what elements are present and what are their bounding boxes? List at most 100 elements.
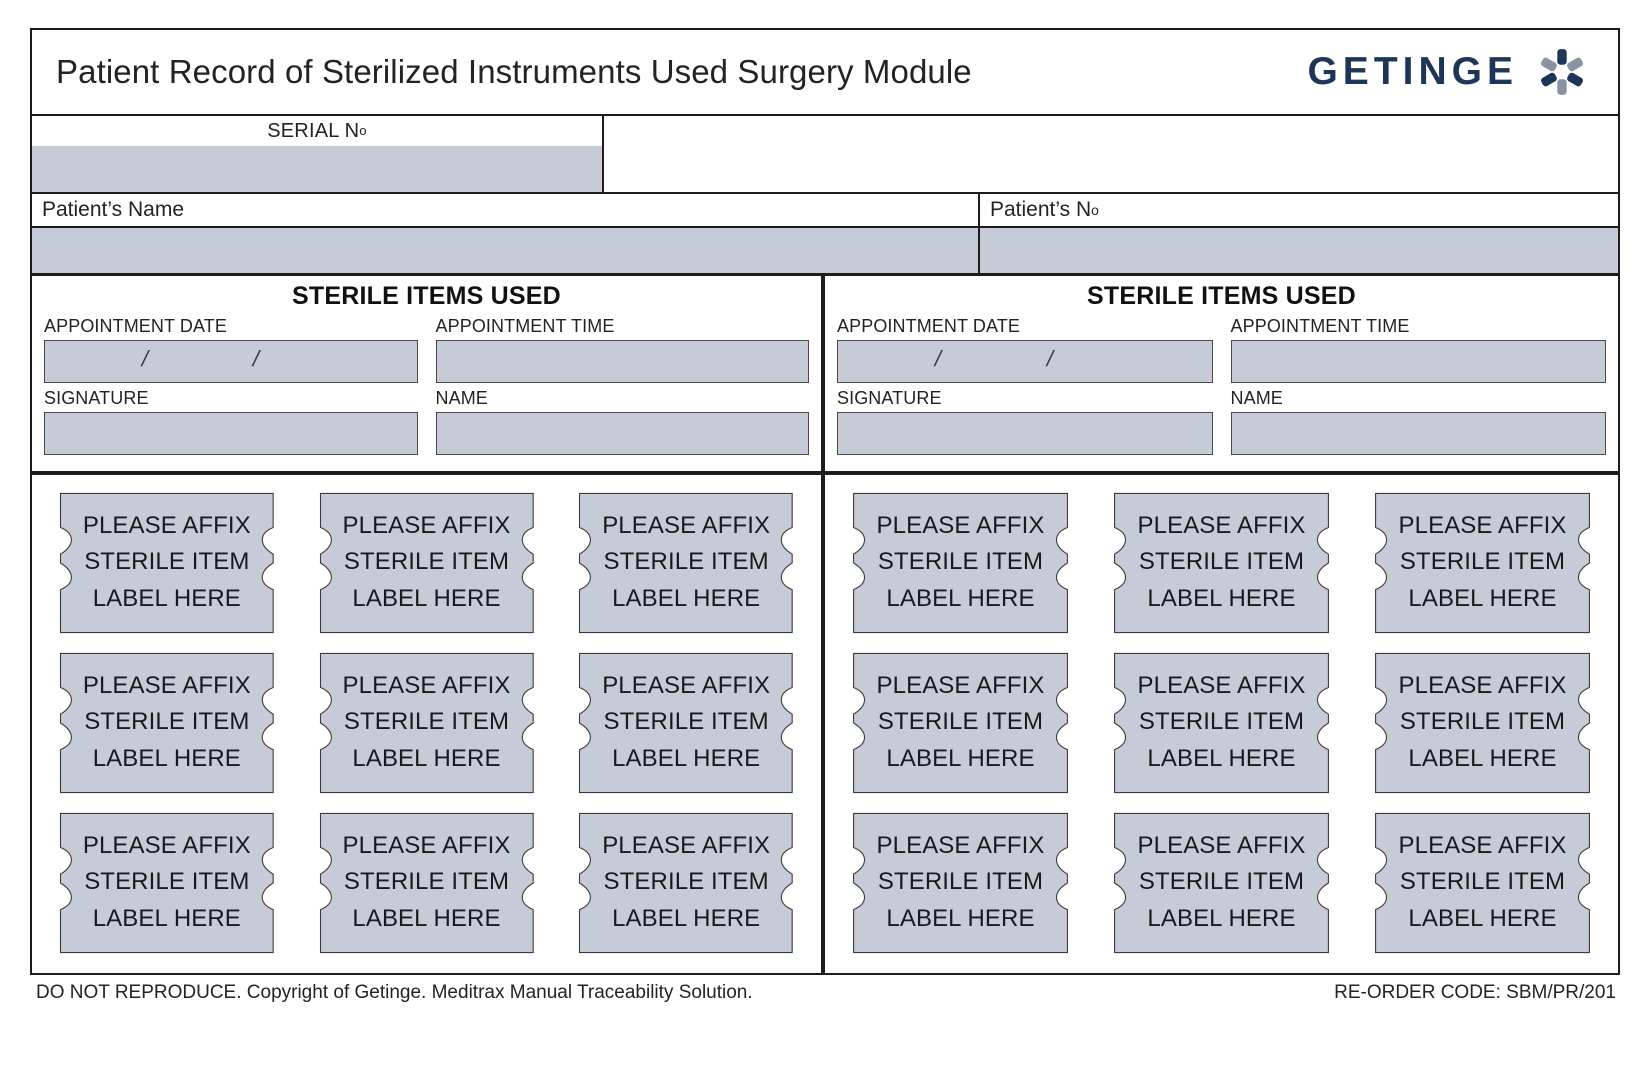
serial-number-input[interactable] — [32, 146, 602, 192]
signature-label-left: SIGNATURE — [44, 387, 149, 408]
sticker-text: PLEASE AFFIX STERILE ITEM LABEL HERE — [1399, 508, 1567, 617]
appointment-date-label-right: APPOINTMENT DATE — [837, 316, 1020, 336]
sticker-line-2: STERILE ITEM — [1399, 868, 1566, 896]
sticker-placeholder[interactable]: PLEASE AFFIX STERILE ITEM LABEL HERE — [1361, 649, 1604, 797]
sticker-text: PLEASE AFFIX STERILE ITEM LABEL HERE — [1399, 668, 1567, 777]
sticker-placeholder[interactable]: PLEASE AFFIX STERILE ITEM LABEL HERE — [306, 489, 548, 637]
name-label-left: NAME — [435, 387, 488, 408]
sticker-placeholder[interactable]: PLEASE AFFIX STERILE ITEM LABEL HERE — [565, 809, 807, 957]
appointment-date-label-left: APPOINTMENT DATE — [44, 316, 227, 336]
sticker-text: PLEASE AFFIX STERILE ITEM LABEL HERE — [1138, 668, 1306, 777]
reorder-code: RE-ORDER CODE: SBM/PR/201 — [1334, 981, 1616, 1003]
sticker-line-1: PLEASE AFFIX — [876, 671, 1045, 699]
page-title: Patient Record of Sterilized Instruments… — [56, 53, 972, 90]
sticker-line-3: LABEL HERE — [1408, 744, 1557, 772]
sticker-line-3: LABEL HERE — [612, 744, 761, 772]
getinge-asterisk-icon — [1540, 49, 1584, 95]
sterile-items-panel-right: STERILE ITEMS USED APPOINTMENT DATE / / … — [825, 276, 1618, 973]
appointment-date-input-right[interactable]: / / — [837, 339, 1213, 383]
signature-input-right[interactable] — [837, 411, 1213, 455]
patient-number-input[interactable] — [980, 228, 1618, 273]
sticker-text: PLEASE AFFIX STERILE ITEM LABEL HERE — [83, 668, 251, 777]
serial-number-label-text: SERIAL N — [267, 119, 360, 142]
sticker-line-2: STERILE ITEM — [84, 708, 250, 736]
sticker-placeholder[interactable]: PLEASE AFFIX STERILE ITEM LABEL HERE — [839, 809, 1082, 957]
copyright-notice: DO NOT REPRODUCE. Copyright of Getinge. … — [36, 981, 753, 1003]
sticker-placeholder[interactable]: PLEASE AFFIX STERILE ITEM LABEL HERE — [46, 489, 288, 637]
sticker-text: PLEASE AFFIX STERILE ITEM LABEL HERE — [1138, 508, 1306, 617]
sticker-line-3: LABEL HERE — [92, 904, 241, 932]
name-input-left[interactable] — [435, 411, 809, 455]
sticker-text: PLEASE AFFIX STERILE ITEM LABEL HERE — [83, 828, 251, 937]
patient-name-input[interactable] — [32, 228, 978, 273]
sticker-line-3: LABEL HERE — [886, 584, 1035, 612]
sticker-line-3: LABEL HERE — [886, 904, 1035, 932]
sticker-placeholder[interactable]: PLEASE AFFIX STERILE ITEM LABEL HERE — [46, 809, 288, 957]
sticker-line-2: STERILE ITEM — [84, 868, 250, 896]
date-separator-1-right: / — [932, 345, 944, 371]
appointment-time-input-right[interactable] — [1230, 339, 1606, 383]
sticker-line-3: LABEL HERE — [352, 744, 501, 772]
appointment-date-field-right: APPOINTMENT DATE / / — [837, 316, 1213, 383]
sticker-line-3: LABEL HERE — [886, 744, 1035, 772]
sticker-line-2: STERILE ITEM — [1138, 868, 1305, 896]
sticker-line-1: PLEASE AFFIX — [342, 671, 511, 699]
signature-field-left: SIGNATURE — [44, 387, 418, 455]
sticker-text: PLEASE AFFIX STERILE ITEM LABEL HERE — [602, 508, 770, 617]
form-page: Patient Record of Sterilized Instruments… — [0, 0, 1650, 1080]
sticker-placeholder[interactable]: PLEASE AFFIX STERILE ITEM LABEL HERE — [1100, 809, 1343, 957]
sticker-line-3: LABEL HERE — [92, 744, 241, 772]
sticker-placeholder[interactable]: PLEASE AFFIX STERILE ITEM LABEL HERE — [839, 649, 1082, 797]
sticker-line-3: LABEL HERE — [612, 904, 761, 932]
signature-label-right: SIGNATURE — [837, 387, 942, 408]
panel-right-fields: APPOINTMENT DATE / / APPOINTMENT TIME SI… — [837, 316, 1606, 461]
sticker-placeholder[interactable]: PLEASE AFFIX STERILE ITEM LABEL HERE — [1100, 649, 1343, 797]
signature-field-right: SIGNATURE — [837, 387, 1213, 455]
sticker-placeholder[interactable]: PLEASE AFFIX STERILE ITEM LABEL HERE — [1361, 489, 1604, 637]
sticker-line-1: PLEASE AFFIX — [1137, 831, 1306, 859]
form-footer: DO NOT REPRODUCE. Copyright of Getinge. … — [30, 975, 1620, 1004]
sticker-placeholder[interactable]: PLEASE AFFIX STERILE ITEM LABEL HERE — [46, 649, 288, 797]
sticker-line-3: LABEL HERE — [352, 584, 501, 612]
sticker-placeholder[interactable]: PLEASE AFFIX STERILE ITEM LABEL HERE — [839, 489, 1082, 637]
sticker-line-1: PLEASE AFFIX — [602, 671, 771, 699]
form-title-bar: Patient Record of Sterilized Instruments… — [32, 30, 1618, 116]
sticker-line-1: PLEASE AFFIX — [876, 831, 1045, 859]
sticker-line-3: LABEL HERE — [612, 584, 761, 612]
appointment-time-input-left[interactable] — [435, 339, 809, 383]
sticker-line-2: STERILE ITEM — [877, 708, 1044, 736]
patient-name-cell: Patient’s Name — [32, 194, 980, 273]
sticker-line-1: PLEASE AFFIX — [1137, 511, 1306, 539]
appointment-date-input-left[interactable]: / / — [44, 339, 418, 383]
sticker-text: PLEASE AFFIX STERILE ITEM LABEL HERE — [1138, 828, 1306, 937]
sticker-line-2: STERILE ITEM — [603, 548, 769, 576]
panel-left-header: STERILE ITEMS USED APPOINTMENT DATE / / … — [32, 276, 821, 471]
sticker-line-2: STERILE ITEM — [1138, 708, 1305, 736]
patient-number-cell: Patient’s No — [980, 194, 1618, 273]
sticker-line-2: STERILE ITEM — [343, 548, 510, 576]
sticker-line-1: PLEASE AFFIX — [1398, 671, 1567, 699]
sticker-line-2: STERILE ITEM — [1138, 548, 1305, 576]
sticker-line-1: PLEASE AFFIX — [1137, 671, 1306, 699]
signature-input-left[interactable] — [44, 411, 418, 455]
sticker-placeholder[interactable]: PLEASE AFFIX STERILE ITEM LABEL HERE — [306, 809, 548, 957]
sticker-placeholder[interactable]: PLEASE AFFIX STERILE ITEM LABEL HERE — [1361, 809, 1604, 957]
sticker-line-2: STERILE ITEM — [603, 868, 769, 896]
sticker-text: PLEASE AFFIX STERILE ITEM LABEL HERE — [343, 668, 511, 777]
sticker-line-3: LABEL HERE — [352, 904, 501, 932]
sticker-line-1: PLEASE AFFIX — [82, 831, 251, 859]
appointment-date-field-left: APPOINTMENT DATE / / — [44, 316, 418, 383]
sticker-grid-left: PLEASE AFFIX STERILE ITEM LABEL HERE PLEASE… — [46, 489, 807, 957]
getinge-brand: GETINGE — [1307, 46, 1600, 98]
sterile-items-panel-left: STERILE ITEMS USED APPOINTMENT DATE / / … — [32, 276, 825, 973]
sticker-grid-right: PLEASE AFFIX STERILE ITEM LABEL HERE PLEASE… — [839, 489, 1604, 957]
sticker-placeholder[interactable]: PLEASE AFFIX STERILE ITEM LABEL HERE — [565, 489, 807, 637]
sticker-placeholder[interactable]: PLEASE AFFIX STERILE ITEM LABEL HERE — [306, 649, 548, 797]
appointment-time-field-left: APPOINTMENT TIME — [435, 316, 809, 383]
name-input-right[interactable] — [1230, 411, 1606, 455]
sticker-placeholder[interactable]: PLEASE AFFIX STERILE ITEM LABEL HERE — [1100, 489, 1343, 637]
appointment-time-field-right: APPOINTMENT TIME — [1230, 316, 1606, 383]
brand-wordmark: GETINGE — [1307, 50, 1518, 93]
sticker-placeholder[interactable]: PLEASE AFFIX STERILE ITEM LABEL HERE — [565, 649, 807, 797]
sticker-text: PLEASE AFFIX STERILE ITEM LABEL HERE — [602, 828, 770, 937]
